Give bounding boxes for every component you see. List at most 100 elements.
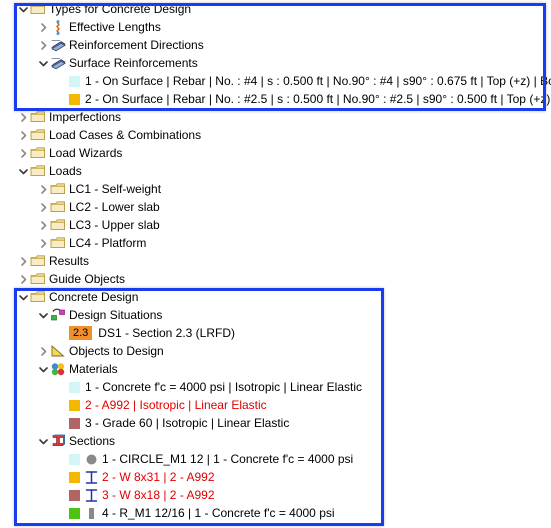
chevron-right-icon[interactable]	[18, 270, 29, 288]
sections-icon	[49, 432, 66, 450]
tree-item-label: LC1 - Self-weight	[69, 182, 162, 196]
tree-item-material-3[interactable]: 3 - Grade 60 | Isotropic | Linear Elasti…	[0, 414, 551, 432]
tree-item-label: LC4 - Platform	[69, 236, 147, 250]
chevron-right-icon[interactable]	[18, 108, 29, 126]
chevron-right-icon[interactable]	[38, 180, 49, 198]
objects-to-design-icon	[49, 342, 66, 360]
tree-item-material-2[interactable]: 2 - A992 | Isotropic | Linear Elastic	[0, 396, 551, 414]
tree-item-load-cases-and-combinations[interactable]: Load Cases & Combinations	[0, 126, 551, 144]
section-shape-i-beam-icon	[85, 470, 98, 484]
reinforcement-directions-icon	[49, 36, 66, 54]
color-swatch	[69, 75, 80, 87]
tree-item-surface-reinforcements[interactable]: Surface Reinforcements	[0, 54, 551, 72]
section-shape-i-beam-icon	[85, 488, 98, 502]
folder-icon	[29, 252, 46, 270]
effective-lengths-icon	[49, 18, 66, 36]
tree-item-ds1-section-2-3[interactable]: 2.3 DS1 - Section 2.3 (LRFD)	[0, 324, 551, 342]
chevron-right-icon[interactable]	[18, 144, 29, 162]
chevron-right-icon[interactable]	[38, 216, 49, 234]
tree-item-label: 1 - CIRCLE_M1 12 | 1 - Concrete f'c = 40…	[102, 452, 354, 466]
tree-item-lc2-lower-slab[interactable]: LC2 - Lower slab	[0, 198, 551, 216]
tree-item-lc3-upper-slab[interactable]: LC3 - Upper slab	[0, 216, 551, 234]
tree-item-label: Concrete Design	[49, 290, 139, 304]
model-tree[interactable]: Types for Concrete Design Effective Lengt…	[0, 0, 551, 528]
tree-item-lc1-self-weight[interactable]: LC1 - Self-weight	[0, 180, 551, 198]
chevron-right-icon[interactable]	[38, 342, 49, 360]
tree-item-design-situations[interactable]: Design Situations	[0, 306, 551, 324]
tree-item-section-2[interactable]: 2 - W 8x31 | 2 - A992	[0, 468, 551, 486]
tree-item-label: 3 - Grade 60 | Isotropic | Linear Elasti…	[85, 416, 290, 430]
tree-item-label: LC3 - Upper slab	[69, 218, 160, 232]
tree-item-material-1[interactable]: 1 - Concrete f'c = 4000 psi | Isotropic …	[0, 378, 551, 396]
tree-item-label: Load Cases & Combinations	[49, 128, 202, 142]
folder-icon	[29, 108, 46, 126]
chevron-right-icon[interactable]	[38, 234, 49, 252]
tree-item-section-3[interactable]: 3 - W 8x18 | 2 - A992	[0, 486, 551, 504]
folder-icon	[29, 288, 46, 306]
tree-item-label: Objects to Design	[69, 344, 164, 358]
color-swatch	[69, 417, 80, 429]
tree-item-reinforcement-directions[interactable]: Reinforcement Directions	[0, 36, 551, 54]
tree-item-label: 2 - A992 | Isotropic | Linear Elastic	[85, 398, 267, 412]
chevron-down-icon[interactable]	[38, 54, 49, 72]
tree-item-imperfections[interactable]: Imperfections	[0, 108, 551, 126]
tree-item-section-4[interactable]: 4 - R_M1 12/16 | 1 - Concrete f'c = 4000…	[0, 504, 551, 522]
tree-item-label: Load Wizards	[49, 146, 123, 160]
tree-item-label: 2 - W 8x31 | 2 - A992	[102, 470, 215, 484]
color-swatch	[69, 93, 80, 105]
tree-item-lc4-platform[interactable]: LC4 - Platform	[0, 234, 551, 252]
tree-item-label: Design Situations	[69, 308, 163, 322]
folder-icon	[29, 126, 46, 144]
chevron-right-icon[interactable]	[38, 198, 49, 216]
tree-item-label: 4 - R_M1 12/16 | 1 - Concrete f'c = 4000…	[102, 506, 335, 520]
tree-item-objects-to-design[interactable]: Objects to Design	[0, 342, 551, 360]
tree-item-guide-objects[interactable]: Guide Objects	[0, 270, 551, 288]
chevron-right-icon[interactable]	[18, 252, 29, 270]
tree-item-concrete-design[interactable]: Concrete Design	[0, 288, 551, 306]
surface-reinforcements-icon	[49, 54, 66, 72]
tree-item-label: Surface Reinforcements	[69, 56, 198, 70]
tree-item-label: 1 - On Surface | Rebar | No. : #4 | s : …	[85, 74, 551, 88]
tree-item-loads[interactable]: Loads	[0, 162, 551, 180]
folder-icon	[49, 234, 66, 252]
color-swatch	[69, 453, 80, 465]
tree-item-label: Sections	[69, 434, 116, 448]
chevron-down-icon[interactable]	[38, 432, 49, 450]
chevron-right-icon[interactable]	[38, 18, 49, 36]
tree-item-materials[interactable]: Materials	[0, 360, 551, 378]
chevron-right-icon[interactable]	[18, 126, 29, 144]
tree-viewport: Types for Concrete Design Effective Lengt…	[0, 0, 551, 528]
tree-item-label: Effective Lengths	[69, 20, 161, 34]
color-swatch	[69, 399, 80, 411]
tree-item-label: Reinforcement Directions	[69, 38, 204, 52]
tree-item-label: 1 - Concrete f'c = 4000 psi | Isotropic …	[85, 380, 362, 394]
tree-item-label: Results	[49, 254, 90, 268]
chevron-down-icon[interactable]	[18, 0, 29, 18]
tree-item-load-wizards[interactable]: Load Wizards	[0, 144, 551, 162]
chevron-right-icon[interactable]	[38, 36, 49, 54]
color-swatch	[69, 381, 80, 393]
tree-item-results[interactable]: Results	[0, 252, 551, 270]
folder-icon	[29, 162, 46, 180]
tree-item-surface-reinforcement-2[interactable]: 2 - On Surface | Rebar | No. : #2.5 | s …	[0, 90, 551, 108]
tree-item-types-for-concrete-design[interactable]: Types for Concrete Design	[0, 0, 551, 18]
folder-icon	[29, 270, 46, 288]
tree-item-sections[interactable]: Sections	[0, 432, 551, 450]
design-situations-icon	[49, 306, 66, 324]
tree-item-section-1[interactable]: 1 - CIRCLE_M1 12 | 1 - Concrete f'c = 40…	[0, 450, 551, 468]
folder-icon	[29, 0, 46, 18]
tree-item-label: 3 - W 8x18 | 2 - A992	[102, 488, 215, 502]
tree-item-surface-reinforcement-1[interactable]: 1 - On Surface | Rebar | No. : #4 | s : …	[0, 72, 551, 90]
chevron-down-icon[interactable]	[38, 360, 49, 378]
section-shape-rect-icon	[85, 506, 98, 520]
materials-icon	[49, 360, 66, 378]
chevron-down-icon[interactable]	[18, 288, 29, 306]
chevron-down-icon[interactable]	[18, 162, 29, 180]
color-swatch	[69, 489, 80, 501]
tree-item-effective-lengths[interactable]: Effective Lengths	[0, 18, 551, 36]
chevron-down-icon[interactable]	[38, 306, 49, 324]
folder-icon	[49, 216, 66, 234]
folder-icon	[29, 144, 46, 162]
folder-icon	[49, 180, 66, 198]
folder-icon	[49, 198, 66, 216]
